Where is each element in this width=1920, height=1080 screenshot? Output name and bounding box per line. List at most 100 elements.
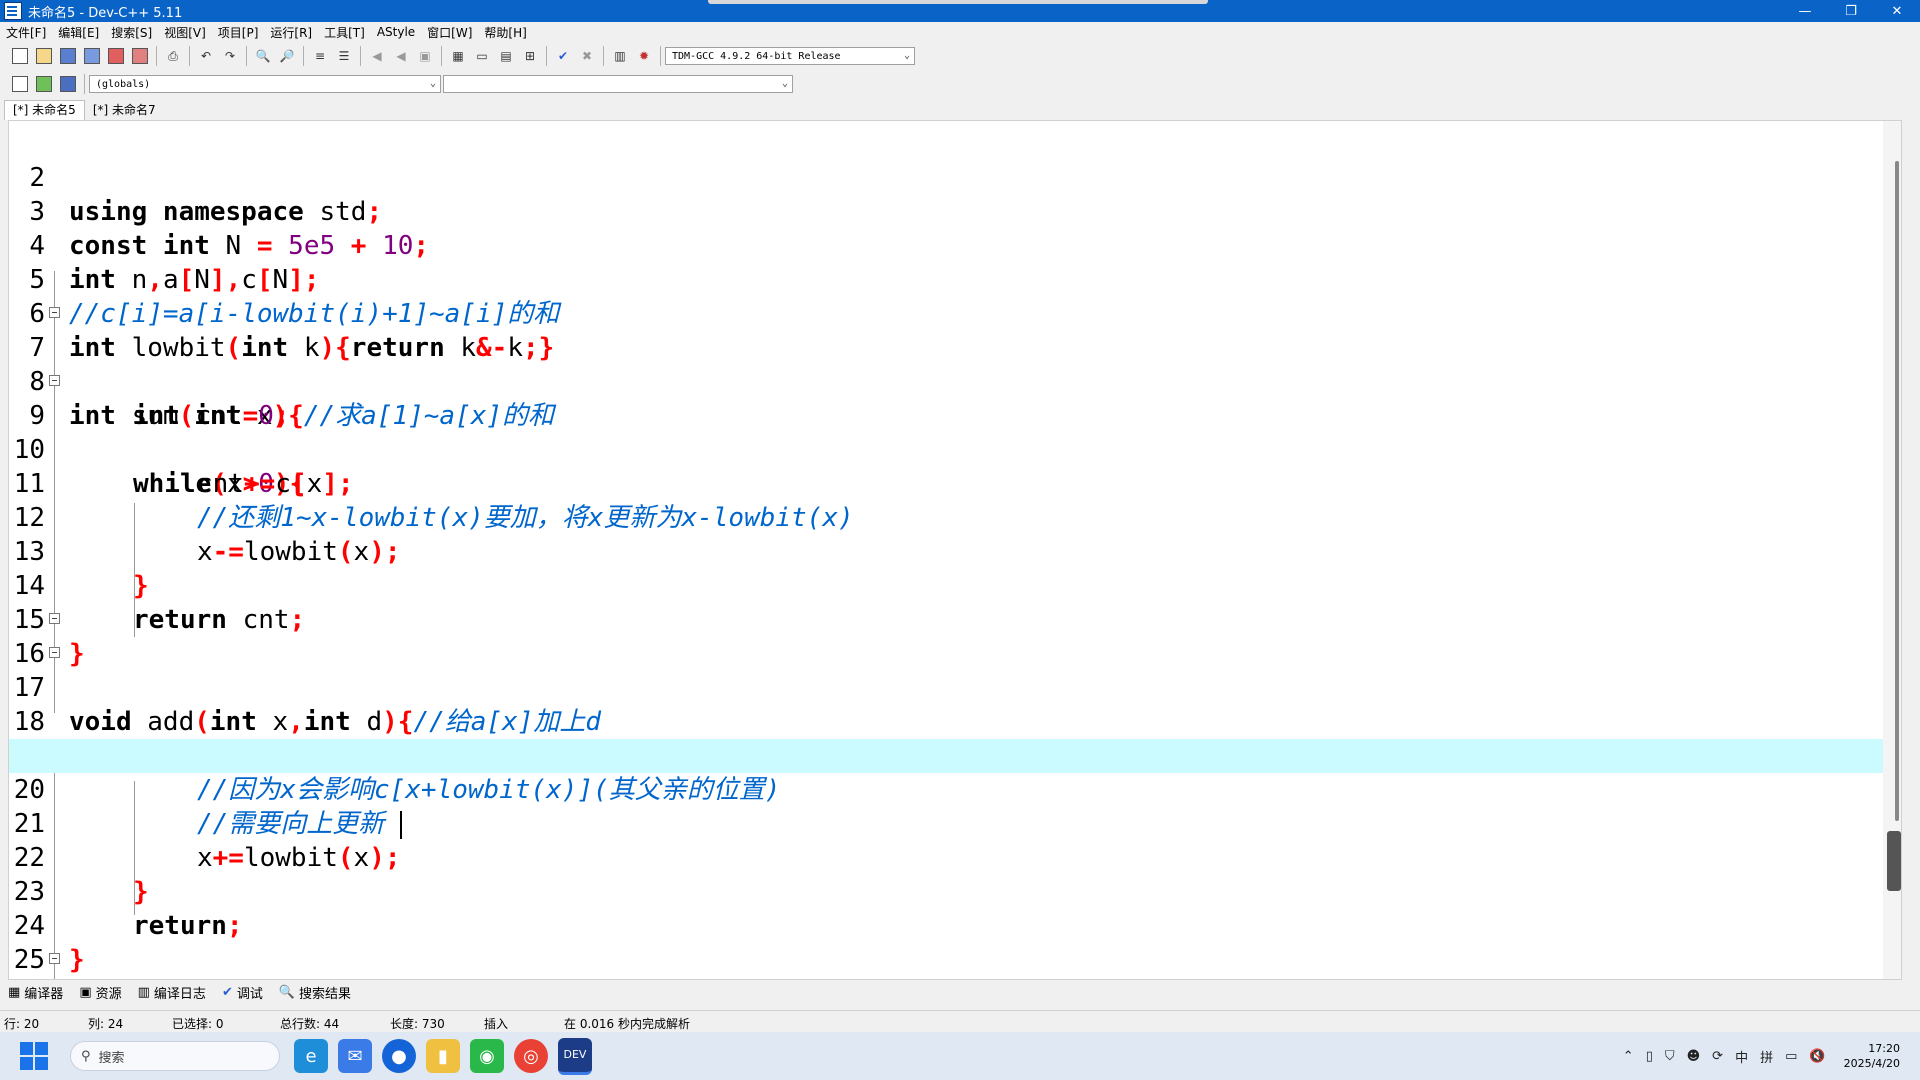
code-line: 12 x-=lowbit(x); xyxy=(9,467,1901,567)
wechat-icon[interactable]: ◉ xyxy=(470,1039,504,1073)
function-select[interactable]: ⌄ xyxy=(443,75,793,93)
bookmark-icon[interactable]: ▣ xyxy=(415,46,435,66)
tab-compile-log[interactable]: ▥ 编译日志 xyxy=(130,983,214,1002)
status-selected: 已选择: 0 xyxy=(172,1017,224,1031)
scope-select[interactable]: (globals) ⌄ xyxy=(89,75,441,93)
windows-logo-tile xyxy=(20,1042,33,1055)
chrome-icon[interactable]: ◎ xyxy=(514,1039,548,1073)
status-row: 行: 20 xyxy=(4,1017,40,1031)
menu-help[interactable]: 帮助[H] xyxy=(478,24,532,41)
fold-toggle-icon[interactable] xyxy=(49,307,60,318)
menu-project[interactable]: 项目[P] xyxy=(212,24,265,41)
sync-icon[interactable]: ⟳ xyxy=(1712,1049,1723,1064)
code-line: 5 //c[i]=a[i-lowbit(i)+1]~a[i]的和 xyxy=(9,229,1901,329)
menu-edit[interactable]: 编辑[E] xyxy=(52,24,105,41)
vertical-scrollbar[interactable] xyxy=(1883,121,1901,979)
fold-toggle-icon[interactable] xyxy=(49,613,60,624)
save-icon[interactable] xyxy=(58,46,78,66)
forward-icon[interactable]: ◀ xyxy=(391,46,411,66)
stop-icon[interactable]: ✖ xyxy=(577,46,597,66)
run-icon[interactable]: ▭ xyxy=(472,46,492,66)
title-bar: 未命名5 - Dev-C++ 5.11 — ❐ ✕ xyxy=(0,0,1920,22)
ime-language[interactable]: 中 xyxy=(1735,1047,1748,1066)
bookmark-list-icon[interactable] xyxy=(58,74,78,94)
find-icon[interactable]: 🔍 xyxy=(253,46,273,66)
code-line: 15 } xyxy=(9,569,1901,669)
menu-tools[interactable]: 工具[T] xyxy=(318,24,371,41)
chevron-up-icon[interactable]: ⌃ xyxy=(1623,1049,1634,1064)
profile-chart-icon[interactable]: ▥ xyxy=(610,46,630,66)
close-file-icon[interactable] xyxy=(106,46,126,66)
toolbar-separator xyxy=(441,46,442,66)
menu-search[interactable]: 搜索[S] xyxy=(105,24,158,41)
menu-file[interactable]: 文件[F] xyxy=(0,24,52,41)
debug-icon[interactable]: ✹ xyxy=(634,46,654,66)
network-icon[interactable]: ▭ xyxy=(1785,1049,1797,1064)
back-icon[interactable]: ◀ xyxy=(367,46,387,66)
tab-debug[interactable]: ✔ 调试 xyxy=(214,983,271,1002)
ime-mode[interactable]: 拼 xyxy=(1760,1047,1773,1066)
app-tray-icon[interactable]: ☻ xyxy=(1687,1049,1701,1064)
folder-icon[interactable]: ▮ xyxy=(426,1039,460,1073)
fold-toggle-icon[interactable] xyxy=(49,375,60,386)
tab-search-results[interactable]: 🔍 搜索结果 xyxy=(271,983,359,1002)
start-button[interactable] xyxy=(20,1042,48,1070)
usb-icon[interactable]: ▯ xyxy=(1646,1049,1653,1064)
menu-view[interactable]: 视图[V] xyxy=(158,24,212,41)
tab-compiler[interactable]: ▦ 编译器 xyxy=(0,983,71,1002)
resource-icon: ▣ xyxy=(79,984,92,1000)
toolbar-separator xyxy=(189,46,190,66)
compiler-select[interactable]: TDM-GCC 4.9.2 64-bit Release ⌄ xyxy=(665,47,915,65)
redo-icon[interactable]: ↷ xyxy=(220,46,240,66)
scrollbar-thumb[interactable] xyxy=(1895,161,1899,821)
windows-logo-tile xyxy=(35,1057,48,1070)
windows-logo-tile xyxy=(20,1057,33,1070)
taskbar-search[interactable]: ⚲ 搜索 xyxy=(70,1041,280,1071)
close-all-icon[interactable] xyxy=(130,46,150,66)
tab-file-5[interactable]: [*] 未命名5 xyxy=(4,100,85,120)
tab-resources[interactable]: ▣ 资源 xyxy=(71,983,129,1002)
undo-icon[interactable]: ↶ xyxy=(196,46,216,66)
code-editor[interactable]: 2 using namespace std; 3 const int N = 5… xyxy=(8,120,1902,980)
restore-button[interactable]: ❐ xyxy=(1828,0,1874,22)
menu-window[interactable]: 窗口[W] xyxy=(421,24,478,41)
shield-icon[interactable]: ⛉ xyxy=(1665,1049,1675,1064)
minimize-button[interactable]: — xyxy=(1782,0,1828,22)
check-icon: ✔ xyxy=(221,984,233,1000)
insert-icon[interactable] xyxy=(10,74,30,94)
edge-icon[interactable]: e xyxy=(294,1039,328,1073)
code-line: 3 const int N = 5e5 + 10; xyxy=(9,161,1901,261)
print-icon[interactable]: ⎙ xyxy=(163,46,183,66)
rebuild-icon[interactable]: ⊞ xyxy=(520,46,540,66)
compile-icon[interactable]: ▦ xyxy=(448,46,468,66)
clock[interactable]: 17:20 2025/4/20 xyxy=(1844,1041,1900,1071)
fold-toggle-icon[interactable] xyxy=(49,953,60,964)
close-button[interactable]: ✕ xyxy=(1874,0,1920,22)
open-file-icon[interactable] xyxy=(34,46,54,66)
code-line: 13 } xyxy=(9,501,1901,601)
code-line: 9 while(x>0){ xyxy=(9,365,1901,499)
scrollbar-marker xyxy=(1887,831,1901,891)
compiler-select-value: TDM-GCC 4.9.2 64-bit Release xyxy=(672,50,841,62)
toolbar-separator xyxy=(603,46,604,66)
goto-icon[interactable] xyxy=(34,74,54,94)
syntax-check-icon[interactable]: ✔ xyxy=(553,46,573,66)
code-line: 22 } xyxy=(9,807,1901,907)
code-line: 10 cnt+=c[x]; xyxy=(9,399,1901,499)
unindent-icon[interactable]: ☰ xyxy=(334,46,354,66)
save-all-icon[interactable] xyxy=(82,46,102,66)
indent-icon[interactable]: ≡ xyxy=(310,46,330,66)
volume-muted-icon[interactable]: 🔇 xyxy=(1809,1049,1825,1064)
devcpp-taskbar-icon[interactable]: DEV xyxy=(558,1037,592,1075)
new-file-icon[interactable] xyxy=(10,46,30,66)
tab-file-7[interactable]: [*] 未命名7 xyxy=(85,101,164,120)
replace-icon[interactable]: 🔎 xyxy=(277,46,297,66)
fold-toggle-icon[interactable] xyxy=(49,647,60,658)
menu-astyle[interactable]: AStyle xyxy=(371,25,421,39)
browser-icon[interactable]: ● xyxy=(382,1039,416,1073)
code-line: 2 using namespace std; xyxy=(9,127,1901,227)
menu-run[interactable]: 运行[R] xyxy=(264,24,318,41)
compile-run-icon[interactable]: ▤ xyxy=(496,46,516,66)
code-line: 21 x+=lowbit(x); xyxy=(9,773,1901,873)
mail-icon[interactable]: ✉ xyxy=(338,1039,372,1073)
